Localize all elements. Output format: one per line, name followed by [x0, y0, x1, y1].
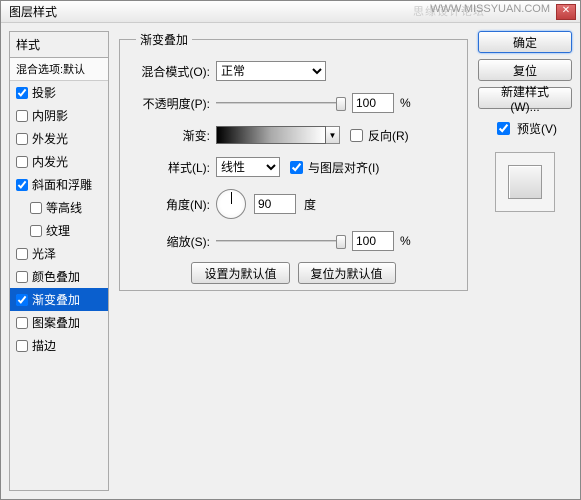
reverse-label: 反向(R): [368, 127, 409, 144]
style-checkbox[interactable]: [16, 248, 28, 260]
style-item-label: 渐变叠加: [32, 291, 80, 308]
style-item-label: 内发光: [32, 153, 68, 170]
dialog-body: 样式 混合选项:默认 投影内阴影外发光内发光斜面和浮雕等高线纹理光泽颜色叠加渐变…: [1, 23, 580, 499]
preview-box: [495, 152, 555, 212]
style-checkbox[interactable]: [16, 133, 28, 145]
gradient-label: 渐变:: [136, 127, 216, 144]
gradient-preview[interactable]: [216, 126, 326, 144]
ok-button[interactable]: 确定: [478, 31, 572, 53]
style-item[interactable]: 内发光: [10, 150, 108, 173]
style-checkbox[interactable]: [16, 87, 28, 99]
styles-header[interactable]: 样式: [10, 32, 108, 58]
style-item-label: 描边: [32, 337, 56, 354]
style-checkbox[interactable]: [16, 271, 28, 283]
watermark-url: WWW.MISSYUAN.COM: [430, 3, 550, 15]
align-checkbox[interactable]: [290, 161, 303, 174]
style-checkbox[interactable]: [16, 340, 28, 352]
opacity-input[interactable]: [352, 93, 394, 113]
style-item[interactable]: 描边: [10, 334, 108, 357]
style-item[interactable]: 颜色叠加: [10, 265, 108, 288]
set-default-button[interactable]: 设置为默认值: [191, 262, 289, 284]
style-item[interactable]: 斜面和浮雕: [10, 173, 108, 196]
styles-list: 投影内阴影外发光内发光斜面和浮雕等高线纹理光泽颜色叠加渐变叠加图案叠加描边: [10, 81, 108, 490]
preview-swatch: [508, 165, 542, 199]
scale-input[interactable]: [352, 231, 394, 251]
style-checkbox[interactable]: [30, 225, 42, 237]
blend-mode-label: 混合模式(O):: [136, 63, 216, 80]
new-style-button[interactable]: 新建样式(W)...: [478, 87, 572, 109]
style-item[interactable]: 纹理: [10, 219, 108, 242]
style-select[interactable]: 线性: [216, 157, 280, 177]
opacity-unit: %: [400, 96, 411, 110]
style-item-label: 光泽: [32, 245, 56, 262]
styles-panel: 样式 混合选项:默认 投影内阴影外发光内发光斜面和浮雕等高线纹理光泽颜色叠加渐变…: [9, 31, 109, 491]
style-checkbox[interactable]: [16, 317, 28, 329]
style-item[interactable]: 投影: [10, 81, 108, 104]
blend-mode-select[interactable]: 正常: [216, 61, 326, 81]
titlebar[interactable]: 图层样式 思缘设计论坛 WWW.MISSYUAN.COM ✕: [1, 1, 580, 23]
opacity-slider[interactable]: [216, 93, 346, 113]
style-item-label: 颜色叠加: [32, 268, 80, 285]
opacity-label: 不透明度(P):: [136, 95, 216, 112]
style-checkbox[interactable]: [16, 110, 28, 122]
scale-label: 缩放(S):: [136, 233, 216, 250]
style-checkbox[interactable]: [16, 179, 28, 191]
angle-input[interactable]: [254, 194, 296, 214]
angle-label: 角度(N):: [136, 196, 216, 213]
gradient-overlay-fieldset: 渐变叠加 混合模式(O): 正常 不透明度(P): %: [119, 31, 468, 291]
style-item[interactable]: 外发光: [10, 127, 108, 150]
style-item[interactable]: 图案叠加: [10, 311, 108, 334]
style-item-label: 投影: [32, 84, 56, 101]
reverse-checkbox[interactable]: [350, 129, 363, 142]
fieldset-legend: 渐变叠加: [136, 31, 192, 48]
style-item-label: 等高线: [46, 199, 82, 216]
styles-subheader[interactable]: 混合选项:默认: [10, 58, 108, 81]
scale-unit: %: [400, 234, 411, 248]
cancel-button[interactable]: 复位: [478, 59, 572, 81]
style-item[interactable]: 渐变叠加: [10, 288, 108, 311]
right-panel: 确定 复位 新建样式(W)... 预览(V): [478, 31, 572, 491]
style-item[interactable]: 等高线: [10, 196, 108, 219]
style-item-label: 外发光: [32, 130, 68, 147]
angle-dial[interactable]: [216, 189, 246, 219]
style-checkbox[interactable]: [16, 294, 28, 306]
gradient-dropdown-icon[interactable]: ▼: [326, 126, 340, 144]
style-label: 样式(L):: [136, 159, 216, 176]
style-item-label: 图案叠加: [32, 314, 80, 331]
style-item[interactable]: 光泽: [10, 242, 108, 265]
style-item-label: 斜面和浮雕: [32, 176, 92, 193]
main-panel: 渐变叠加 混合模式(O): 正常 不透明度(P): %: [117, 31, 470, 491]
align-label: 与图层对齐(I): [308, 159, 379, 176]
preview-label: 预览(V): [517, 120, 557, 137]
scale-slider[interactable]: [216, 231, 346, 251]
style-item-label: 内阴影: [32, 107, 68, 124]
style-item[interactable]: 内阴影: [10, 104, 108, 127]
style-checkbox[interactable]: [16, 156, 28, 168]
layer-style-dialog: 图层样式 思缘设计论坛 WWW.MISSYUAN.COM ✕ 样式 混合选项:默…: [0, 0, 581, 500]
preview-checkbox[interactable]: [497, 122, 510, 135]
style-item-label: 纹理: [46, 222, 70, 239]
angle-unit: 度: [304, 196, 316, 213]
close-button[interactable]: ✕: [556, 4, 576, 20]
reset-default-button[interactable]: 复位为默认值: [298, 262, 396, 284]
style-checkbox[interactable]: [30, 202, 42, 214]
